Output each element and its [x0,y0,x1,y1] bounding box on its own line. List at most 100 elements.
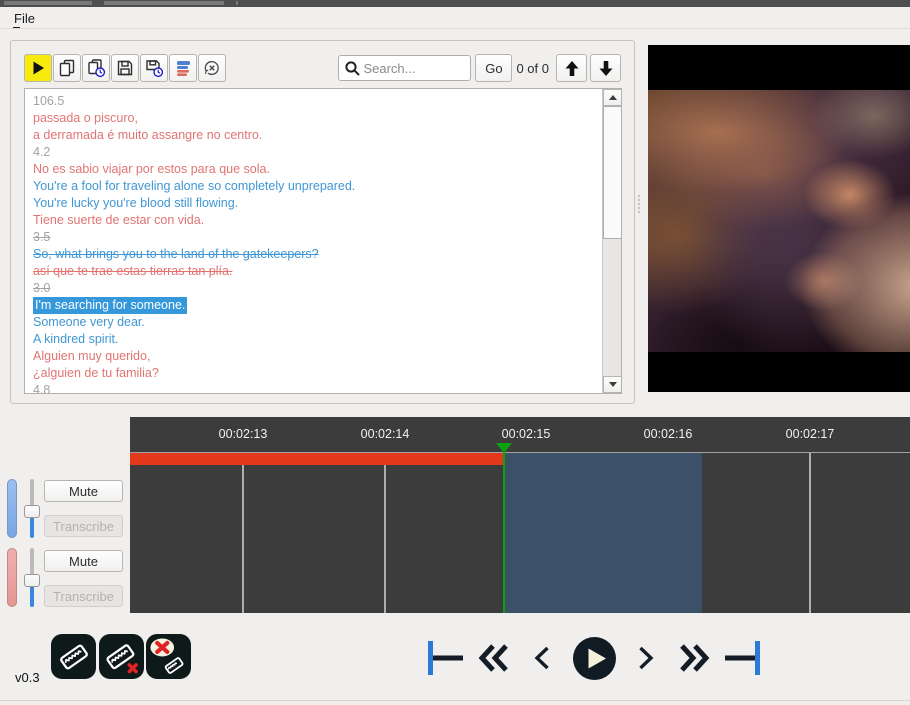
app-window: File [0,0,910,705]
subtitle-line[interactable]: 4.2 [33,144,601,161]
step-back-button[interactable] [520,645,564,671]
window-titlebar [0,0,910,7]
subtitle-line[interactable]: 3.5 [33,229,601,246]
subtitle-line-text: So, what brings you to the land of the g… [33,246,319,263]
playhead-marker[interactable] [496,443,512,453]
split-remove-button[interactable] [99,634,144,679]
subtitle-line[interactable]: A kindred spirit. [33,331,601,348]
save-icon [115,58,135,78]
subtitle-line[interactable]: passada o piscuro, [33,110,601,127]
step-forward-button[interactable] [624,645,668,671]
subtitle-line-text: Someone very dear. [33,314,145,331]
subtitle-line-text: passada o piscuro, [33,110,138,127]
search-go-button[interactable]: Go [475,54,512,82]
subtitle-panel: Go 0 of 0 106.5 passada o piscuro, a der… [10,40,635,404]
subtitle-line[interactable]: Tiene suerte de estar con vida. [33,212,601,229]
subtitle-line[interactable]: ¿alguien de tu familia? [33,365,601,382]
titlebar-text-remnant [236,1,238,5]
timeline-timestamp: 00:02:14 [361,427,410,441]
track1-level-meter [7,479,17,538]
split-remove-all-button[interactable] [146,634,191,679]
bottom-divider [0,700,910,701]
slider-handle[interactable] [24,505,40,518]
skip-to-end-icon [723,640,761,676]
menu-file[interactable]: File [10,10,39,27]
track1-mute-button[interactable]: Mute [44,480,123,502]
track1-transcribe-button[interactable]: Transcribe [44,515,123,537]
track2-volume-slider[interactable] [24,548,40,607]
subtitle-line-text: 106.5 [33,93,64,110]
skip-to-start-button[interactable] [424,640,468,676]
track2-transcribe-button[interactable]: Transcribe [44,585,123,607]
timeline-ruler[interactable]: 00:02:13 00:02:14 00:02:15 00:02:16 00:0… [130,417,910,453]
subtitle-line[interactable]: So, what brings you to the land of the g… [33,246,601,263]
subtitle-line[interactable]: Alguien muy querido, [33,348,601,365]
subtitle-line[interactable]: 4.8 [33,382,601,394]
fast-forward-button[interactable] [668,643,720,673]
copy-with-time-button[interactable] [82,54,110,82]
subtitle-line-text: ¿alguien de tu familia? [33,365,159,382]
subtitle-line-text: 3.5 [33,229,50,246]
subtitle-lines: 106.5 passada o piscuro, a derramada é m… [25,89,601,394]
split-button[interactable] [51,634,96,679]
playhead-line[interactable] [503,443,505,613]
skip-to-end-button[interactable] [720,640,764,676]
slider-handle[interactable] [24,574,40,587]
track1-volume-slider[interactable] [24,479,40,538]
save-with-time-button[interactable] [140,54,168,82]
subtitle-line-text: así que te trae estas tierras tan plía. [33,263,232,280]
subtitle-line[interactable]: así que te trae estas tierras tan plía. [33,263,601,280]
subtitle-line[interactable]: 106.5 [33,93,601,110]
copy-clock-icon [86,58,106,78]
search-field[interactable] [338,55,471,81]
search-prev-button[interactable] [556,54,587,82]
timeline-timestamp: 00:02:15 [502,427,551,441]
revert-button[interactable] [198,54,226,82]
skip-to-start-icon [427,640,465,676]
play-button[interactable] [564,636,624,681]
subtitle-stack-button[interactable] [169,54,197,82]
razor-icon [56,639,92,675]
scrollbar-down-button[interactable] [603,376,622,393]
subtitle-line[interactable]: a derramada é muito assangre no centro. [33,127,601,144]
track2-mute-button[interactable]: Mute [44,550,123,572]
subtitle-line[interactable]: 3.0 [33,280,601,297]
subtitle-line-text: 3.0 [33,280,50,297]
timeline-gridline [242,453,244,613]
triangle-up-icon [609,95,617,100]
save-button[interactable] [111,54,139,82]
titlebar-text-remnant [4,1,92,5]
subtitle-line[interactable]: You're a fool for traveling alone so com… [33,178,601,195]
timeline-clip-region[interactable] [504,453,702,613]
scrollbar-thumb[interactable] [603,106,622,239]
subtitle-line[interactable]: You're lucky you're blood still flowing. [33,195,601,212]
subtitle-line[interactable]: No es sabio viajar por estos para que so… [33,161,601,178]
subtitle-line-text: A kindred spirit. [33,331,118,348]
search-next-button[interactable] [590,54,621,82]
transport-controls [424,635,769,681]
play-preview-button[interactable] [24,54,52,82]
subtitle-stack-icon [173,58,193,78]
splitter-handle[interactable] [637,195,641,221]
toolbar [24,54,226,82]
copy-button[interactable] [53,54,81,82]
play-circle-icon [572,636,617,681]
razor-bubble-x-icon [151,639,187,675]
timeline-progress-bar[interactable] [130,453,504,465]
search-icon [344,60,361,77]
subtitle-line-text: Tiene suerte de estar con vida. [33,212,204,229]
search-input[interactable] [363,57,467,79]
timeline-timestamp: 00:02:16 [644,427,693,441]
scrollbar-up-button[interactable] [603,89,622,106]
list-scrollbar[interactable] [602,89,621,393]
timeline[interactable]: 00:02:13 00:02:14 00:02:15 00:02:16 00:0… [130,417,910,613]
timeline-timestamp: 00:02:17 [786,427,835,441]
subtitle-line[interactable]: Someone very dear. [33,314,601,331]
subtitle-line-selected[interactable]: I'm searching for someone. [33,297,601,314]
timeline-timestamp: 00:02:13 [219,427,268,441]
timeline-gridline [809,453,811,613]
menubar: File [0,7,910,29]
fast-forward-icon [678,643,710,673]
video-preview [648,45,910,392]
rewind-button[interactable] [468,643,520,673]
